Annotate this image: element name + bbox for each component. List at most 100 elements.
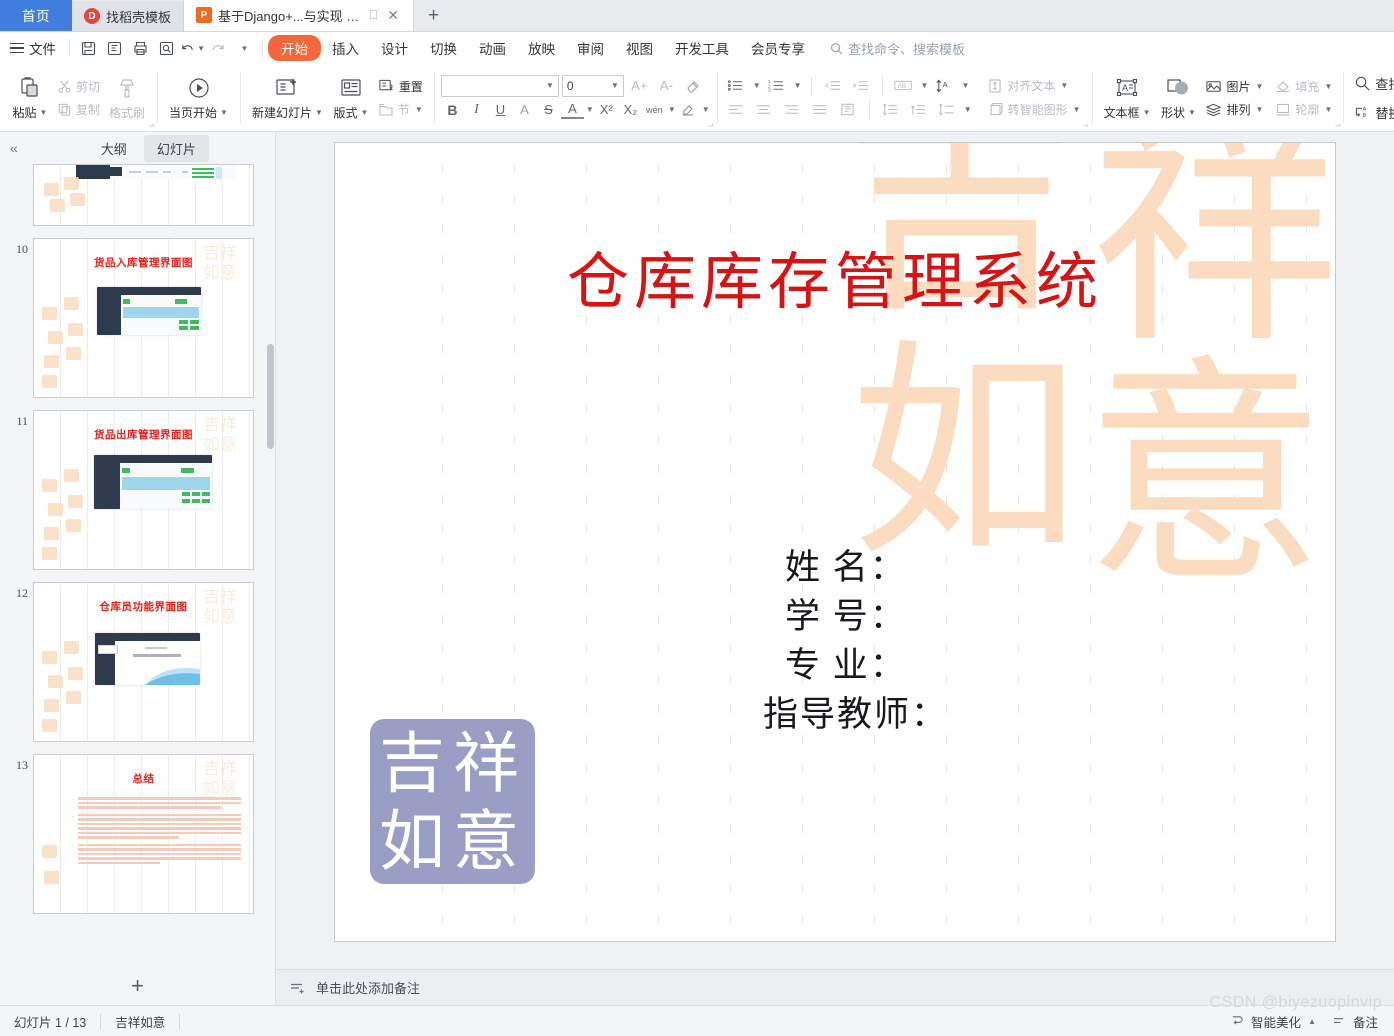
highlight-icon[interactable] <box>677 99 700 121</box>
tab-outline[interactable]: 大纲 <box>88 135 140 162</box>
chevron-down-icon[interactable]: ▼ <box>1188 108 1196 117</box>
ribbon-tab-animation[interactable]: 动画 <box>468 35 517 61</box>
fill-button[interactable]: 填充 ▼ <box>1271 76 1336 97</box>
bullet-list-icon[interactable] <box>724 75 748 97</box>
file-menu-button[interactable]: 文件 <box>6 38 64 58</box>
chevron-down-icon[interactable]: ▼ <box>1256 82 1264 91</box>
columns-icon[interactable] <box>836 99 860 121</box>
save-icon[interactable] <box>75 36 101 60</box>
chevron-down-icon[interactable]: ▼ <box>961 81 969 90</box>
shapes-button[interactable]: 形状 ▼ <box>1155 66 1201 129</box>
redo-icon[interactable] <box>205 36 231 60</box>
add-slide-button[interactable]: + <box>0 965 275 1005</box>
arrange-button[interactable]: 排列 ▼ <box>1201 99 1267 120</box>
textbox-button[interactable]: A 文本框 ▼ <box>1099 66 1156 129</box>
paste-button[interactable]: 粘贴 ▼ <box>7 66 53 129</box>
chevron-down-icon[interactable]: ▼ <box>1324 82 1332 91</box>
chevron-down-icon[interactable]: ▼ <box>1073 105 1081 114</box>
ribbon-tab-insert[interactable]: 插入 <box>321 35 370 61</box>
list-item[interactable] <box>0 164 275 232</box>
tab-slides[interactable]: 幻灯片 <box>143 134 209 162</box>
chevron-down-icon[interactable]: ▼ <box>415 105 423 114</box>
increase-indent-icon[interactable] <box>849 75 873 97</box>
outline-button[interactable]: 轮廓 ▼ <box>1271 99 1336 120</box>
slide-info-block[interactable]: 姓 名： 学 号： 专 业： 指导教师： <box>763 543 948 739</box>
list-item[interactable]: 12 吉祥 如意 仓库员功能界面图 <box>0 576 275 748</box>
shrink-font-button[interactable]: A- <box>655 75 678 97</box>
sidebar-scrollbar-thumb[interactable] <box>267 344 274 449</box>
align-left-icon[interactable] <box>724 99 748 121</box>
superscript-button[interactable]: X² <box>595 99 618 121</box>
slide-thumbnail[interactable]: 吉祥 如意 仓库员功能界面图 <box>33 582 254 742</box>
chevron-down-icon[interactable]: ▼ <box>1256 105 1264 114</box>
list-item[interactable]: 10 吉祥 如意 货品入库管理界面图 <box>0 232 275 404</box>
chevron-down-icon[interactable]: ▼ <box>546 81 554 90</box>
ribbon-tab-start[interactable]: 开始 <box>268 35 321 61</box>
strikethrough-button[interactable]: S <box>537 99 560 121</box>
chevron-down-icon[interactable]: ▼ <box>586 105 594 114</box>
save-as-icon[interactable] <box>101 36 127 60</box>
ribbon-tab-view[interactable]: 视图 <box>615 35 664 61</box>
chevron-down-icon[interactable]: ▼ <box>315 108 323 117</box>
align-justify-icon[interactable] <box>808 99 832 121</box>
font-color-button[interactable]: A <box>560 100 584 119</box>
picture-button[interactable]: 图片 ▼ <box>1201 76 1267 97</box>
cut-button[interactable]: 剪切 <box>53 76 104 97</box>
print-preview-icon[interactable] <box>153 36 179 60</box>
new-slide-button[interactable]: 新建幻灯片 ▼ <box>247 66 328 129</box>
slide-thumbnail[interactable]: 吉祥 如意 货品入库管理界面图 <box>33 238 254 398</box>
tab-docer-template[interactable]: D 找稻壳模板 <box>72 1 185 31</box>
section-button[interactable]: 节 ▼ <box>374 99 427 120</box>
ribbon-tab-design[interactable]: 设计 <box>370 35 419 61</box>
numbered-list-icon[interactable]: 1 2 3 <box>765 75 789 97</box>
chevron-down-icon[interactable]: ▼ <box>197 44 205 53</box>
clear-format-icon[interactable] <box>682 75 705 97</box>
slide-title[interactable]: 仓库库存管理系统 <box>335 231 1335 321</box>
tab-home[interactable]: 首页 <box>0 0 72 31</box>
chevron-down-icon[interactable]: ▼ <box>921 81 929 90</box>
italic-button[interactable]: I <box>465 99 488 121</box>
slide-thumbnail[interactable]: 吉祥 如意 货品出库管理界面图 <box>33 410 254 570</box>
theme-name[interactable]: 吉祥如意 <box>101 1012 179 1030</box>
sort-icon[interactable]: A <box>932 75 956 97</box>
grow-font-button[interactable]: A+ <box>628 75 651 97</box>
character-shading-button[interactable]: A <box>513 99 536 121</box>
notes-toggle-button[interactable]: 备注 <box>1332 1012 1378 1030</box>
align-text-button[interactable]: 对齐文本 ▼ <box>983 75 1072 96</box>
convert-to-smartart-button[interactable]: 转智能图形 ▼ <box>984 99 1085 120</box>
bold-button[interactable]: B <box>441 99 464 121</box>
slide-counter[interactable]: 幻灯片 1 / 13 <box>0 1012 100 1030</box>
find-button[interactable]: 查找 <box>1350 70 1394 97</box>
search-box[interactable]: 查找命令、搜索模板 <box>830 39 965 58</box>
chevron-down-icon[interactable]: ▼ <box>753 81 761 90</box>
start-from-current-slide-button[interactable]: 当页开始 ▼ <box>164 66 233 129</box>
print-icon[interactable] <box>127 36 153 60</box>
new-tab-button[interactable]: + <box>414 1 453 31</box>
slide-thumbnail[interactable]: 吉祥 如意 总结 - - - <box>33 754 254 914</box>
chevron-down-icon[interactable]: ▼ <box>702 105 710 114</box>
ribbon-tab-developer[interactable]: 开发工具 <box>664 35 740 61</box>
chevron-down-icon[interactable]: ▼ <box>1143 108 1151 117</box>
subscript-button[interactable]: X₂ <box>619 99 642 121</box>
chevron-down-icon[interactable]: ▼ <box>794 81 802 90</box>
line-spacing-2-icon[interactable] <box>935 99 959 121</box>
reset-button[interactable]: 重置 <box>374 76 427 97</box>
font-size-input[interactable]: 0 ▼ <box>561 74 624 97</box>
ribbon-tab-transition[interactable]: 切换 <box>419 35 468 61</box>
font-name-input[interactable]: ▼ <box>440 74 559 97</box>
chevron-down-icon[interactable]: ▼ <box>611 81 619 90</box>
slide-thumbnail-list[interactable]: 10 吉祥 如意 货品入库管理界面图 11 吉祥 如意 货品出库管理界面图 12… <box>0 164 275 965</box>
chevron-down-icon[interactable]: ▼ <box>668 105 676 114</box>
underline-button[interactable]: U <box>489 99 512 121</box>
chevron-up-icon[interactable]: ▲ <box>1308 1017 1316 1026</box>
format-painter-button[interactable]: 格式刷 <box>104 66 150 129</box>
text-direction-icon[interactable]: AB <box>892 75 916 97</box>
chevron-down-icon[interactable]: ▼ <box>1324 105 1332 114</box>
chevron-down-icon[interactable]: ▼ <box>40 108 48 117</box>
align-right-icon[interactable] <box>780 99 804 121</box>
align-center-icon[interactable] <box>752 99 776 121</box>
chevron-down-icon[interactable]: ▼ <box>360 108 368 117</box>
collapse-panel-icon[interactable]: « <box>10 140 18 156</box>
line-spacing-icon[interactable] <box>879 99 903 121</box>
chevron-down-icon[interactable]: ▼ <box>1060 81 1068 90</box>
